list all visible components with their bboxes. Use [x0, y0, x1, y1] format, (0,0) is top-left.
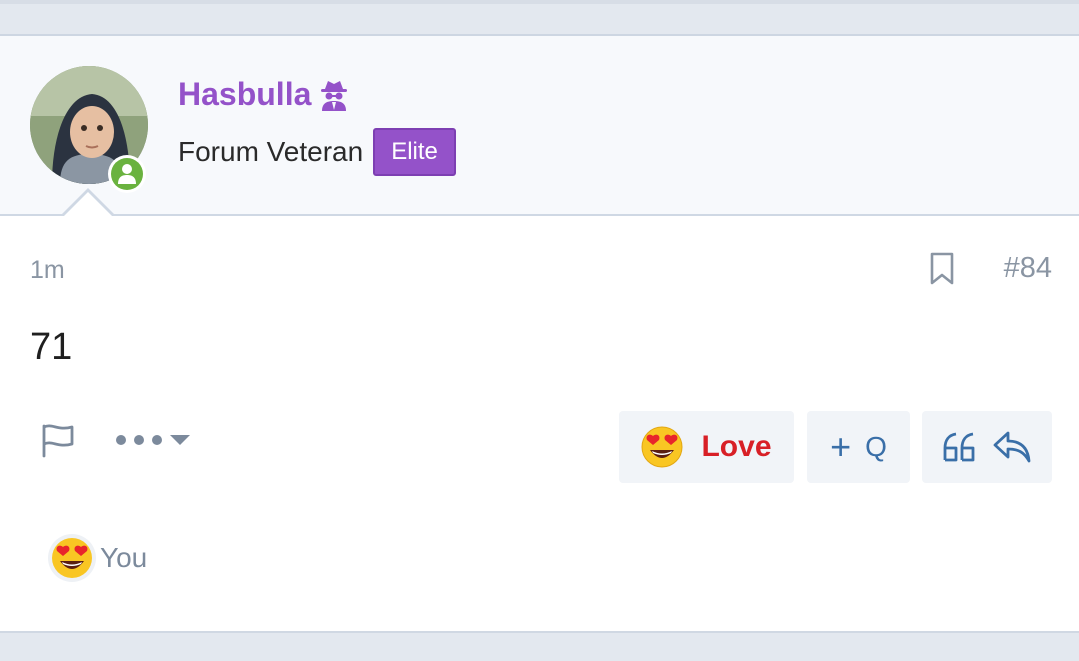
more-options-menu[interactable]: [116, 435, 190, 445]
post-card: Hasbulla Forum Veteran Elite 1m #84 71 L…: [0, 36, 1079, 633]
reply-arrow-icon: [993, 431, 1031, 463]
quote-icon: [943, 432, 975, 462]
post-actions-left: [40, 422, 190, 458]
multiquote-label: Q: [865, 431, 887, 462]
bookmark-icon[interactable]: [928, 252, 956, 286]
react-love-button[interactable]: Love: [619, 411, 794, 483]
multiquote-button[interactable]: + Q: [807, 411, 910, 483]
next-post-edge: [0, 633, 1079, 661]
plus-icon: +: [830, 426, 852, 467]
post-meta: 1m #84: [30, 252, 1052, 288]
more-dots-icon: [116, 435, 162, 445]
user-title-row: Forum Veteran Elite: [178, 128, 456, 176]
header-pointer-fill: [62, 192, 114, 218]
reply-quote-button[interactable]: [922, 411, 1052, 483]
reactions-bar[interactable]: You: [48, 534, 147, 582]
report-flag-icon[interactable]: [40, 422, 76, 458]
user-online-icon: [111, 158, 143, 190]
username[interactable]: Hasbulla: [178, 76, 349, 113]
user-banner-badge: Elite: [373, 128, 456, 176]
chevron-down-icon: [170, 435, 190, 445]
love-label: Love: [701, 430, 772, 463]
username-text[interactable]: Hasbulla: [178, 76, 311, 113]
post-timestamp[interactable]: 1m: [30, 256, 65, 285]
reacted-by-list[interactable]: You: [100, 542, 147, 574]
heart-eyes-emoji-icon: [641, 426, 683, 468]
post-user-header: Hasbulla Forum Veteran Elite: [0, 36, 1079, 216]
heart-eyes-emoji-icon: [52, 538, 92, 578]
user-title: Forum Veteran: [178, 136, 364, 167]
post-number[interactable]: #84: [1004, 252, 1052, 285]
previous-post-edge: [0, 0, 1079, 36]
post-content: 71: [30, 326, 73, 368]
reaction-emoji: [48, 534, 96, 582]
spy-icon: [321, 80, 348, 111]
